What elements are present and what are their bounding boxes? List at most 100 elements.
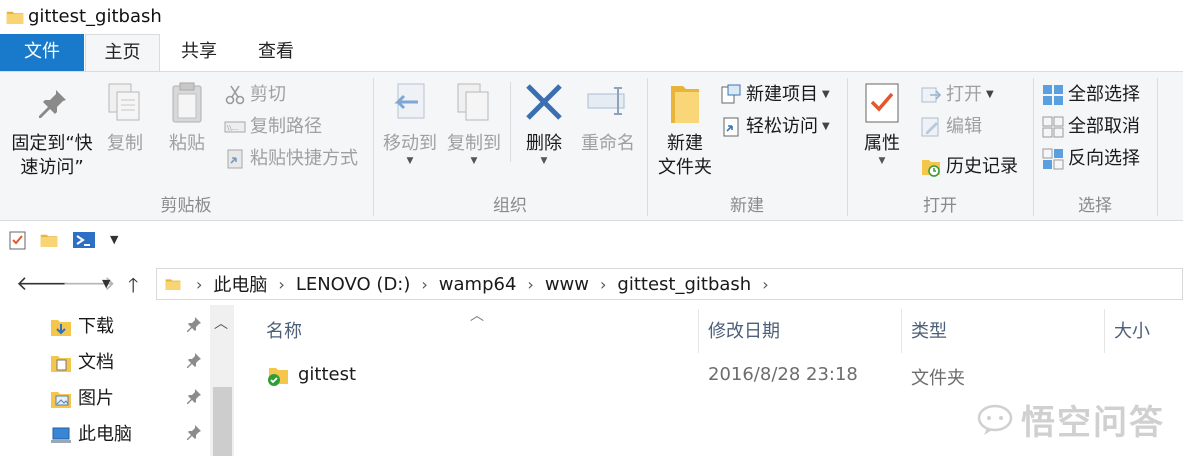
copy-path-label: 复制路径 <box>250 116 322 137</box>
column-divider[interactable] <box>698 309 699 353</box>
column-header-size[interactable]: 大小 <box>1114 317 1150 343</box>
properties-button[interactable]: 属性 ▼ <box>858 80 906 166</box>
chevron-right-icon[interactable]: › <box>762 275 768 294</box>
invert-selection-button[interactable]: 反向选择 <box>1042 144 1140 174</box>
chevron-right-icon[interactable]: › <box>196 275 202 294</box>
scrollbar-thumb[interactable] <box>213 387 232 456</box>
paste-shortcut-button[interactable]: 粘贴快捷方式 <box>224 144 358 174</box>
nav-item-label: 文档 <box>78 352 114 373</box>
move-to-button[interactable]: 移动到 ▼ <box>380 80 440 166</box>
chevron-right-icon[interactable]: › <box>600 275 606 294</box>
file-list: ︿ 名称 修改日期 类型 大小 gittest 2016/8/28 23:18 … <box>234 305 1183 456</box>
copy-to-label: 复制到 <box>447 133 501 154</box>
copy-button[interactable]: 复制 <box>100 80 150 156</box>
new-folder-icon[interactable] <box>40 229 58 251</box>
group-select: 全部选择 全部取消 反向选择 选择 <box>1034 72 1156 220</box>
tab-view[interactable]: 查看 <box>240 34 312 71</box>
column-header-modified[interactable]: 修改日期 <box>708 317 780 343</box>
chevron-down-icon: ▼ <box>540 156 548 166</box>
delete-x-icon <box>526 84 562 120</box>
open-button[interactable]: 打开 ▼ <box>920 80 994 110</box>
invert-selection-label: 反向选择 <box>1068 148 1140 169</box>
column-header-type[interactable]: 类型 <box>911 317 947 343</box>
delete-button[interactable]: 删除 ▼ <box>518 80 570 166</box>
breadcrumb-wamp64[interactable]: wamp64 <box>439 274 517 295</box>
breadcrumb-drive[interactable]: LENOVO (D:) <box>296 274 411 295</box>
pin-icon[interactable] <box>186 424 202 440</box>
address-bar[interactable]: › 此电脑 › LENOVO (D:) › wamp64 › www › git… <box>156 268 1183 300</box>
rename-label: 重命名 <box>581 133 635 154</box>
svg-text:\\...: \\... <box>227 124 238 132</box>
file-name: gittest <box>298 364 357 385</box>
history-button[interactable]: 历史记录 <box>920 152 1018 182</box>
open-icon <box>921 87 942 103</box>
new-item-button[interactable]: 新建项目 ▼ <box>720 80 830 110</box>
paste-button[interactable]: 粘贴 <box>160 80 214 156</box>
nav-pane-scrollbar[interactable]: ︿ <box>210 305 234 456</box>
pin-quick-access-button[interactable]: 固定到“快 速访问” <box>6 80 98 180</box>
column-divider[interactable] <box>901 309 902 353</box>
easy-access-icon <box>723 117 739 137</box>
nav-item-label: 此电脑 <box>78 424 132 445</box>
new-folder-button[interactable]: 新建 文件夹 <box>652 80 718 180</box>
easy-access-button[interactable]: 轻松访问 ▼ <box>720 112 830 142</box>
pin-icon <box>39 90 66 118</box>
pin-icon[interactable] <box>186 388 202 404</box>
git-synced-folder-icon <box>268 368 288 386</box>
properties-check-icon[interactable] <box>8 229 28 251</box>
group-open: 属性 ▼ 打开 ▼ 编辑 历史记录 打开 <box>848 72 1032 220</box>
copy-icon <box>108 83 140 121</box>
quick-access-toolbar: ▼ <box>0 221 1183 261</box>
pin-icon[interactable] <box>186 352 202 368</box>
title-bar: gittest_gitbash <box>0 0 1183 34</box>
chevron-down-icon: ▼ <box>986 89 994 100</box>
chevron-right-icon[interactable]: › <box>278 275 284 294</box>
cut-button[interactable]: 剪切 <box>224 80 286 110</box>
table-row[interactable]: gittest 2016/8/28 23:18 文件夹 <box>262 361 1162 391</box>
chevron-right-icon[interactable]: › <box>527 275 533 294</box>
copy-to-button[interactable]: 复制到 ▼ <box>444 80 504 166</box>
file-modified-date: 2016/8/28 23:18 <box>708 364 858 385</box>
pin-icon[interactable] <box>186 316 202 332</box>
nav-item-this-pc[interactable]: 此电脑 <box>50 419 210 451</box>
chevron-down-icon: ▼ <box>470 156 478 166</box>
navigation-bar: 🡐 🡒 ▼ 🡑 › 此电脑 › LENOVO (D:) › wamp64 › w… <box>0 261 1183 305</box>
copy-to-icon <box>457 83 489 121</box>
nav-item-documents[interactable]: 文档 <box>50 347 210 379</box>
nav-item-downloads[interactable]: 下载 <box>50 311 210 343</box>
scroll-up-chevron-icon[interactable]: ︿ <box>214 313 228 333</box>
breadcrumb-current[interactable]: gittest_gitbash <box>617 274 751 295</box>
scissors-icon <box>225 85 245 105</box>
pictures-folder-icon <box>51 392 71 408</box>
breadcrumb-www[interactable]: www <box>545 274 589 295</box>
column-header-name[interactable]: 名称 <box>266 317 302 343</box>
tab-file[interactable]: 文件 <box>0 34 84 71</box>
rename-icon <box>587 87 625 115</box>
rename-button[interactable]: 重命名 <box>576 80 640 156</box>
group-label-organize: 组织 <box>493 196 527 216</box>
recent-locations-chevron-icon[interactable]: ▼ <box>102 277 110 290</box>
tab-share[interactable]: 共享 <box>163 34 235 71</box>
up-arrow-icon[interactable]: 🡑 <box>128 271 138 305</box>
breadcrumb-this-pc[interactable]: 此电脑 <box>213 271 267 297</box>
nav-item-pictures[interactable]: 图片 <box>50 383 210 415</box>
documents-folder-icon <box>51 356 71 372</box>
select-none-button[interactable]: 全部取消 <box>1042 112 1140 142</box>
move-to-label: 移动到 <box>383 133 437 154</box>
edit-button[interactable]: 编辑 <box>920 112 982 142</box>
customize-toolbar-icon[interactable]: ▼ <box>110 233 118 246</box>
tab-home[interactable]: 主页 <box>85 34 160 72</box>
column-divider[interactable] <box>1104 309 1105 353</box>
paste-shortcut-label: 粘贴快捷方式 <box>250 148 358 169</box>
group-divider <box>1157 78 1158 216</box>
new-folder-label-line1: 新建 <box>667 133 703 154</box>
chevron-right-icon[interactable]: › <box>421 275 427 294</box>
group-organize: 移动到 ▼ 复制到 ▼ 删除 ▼ 重命名 组织 <box>374 72 646 220</box>
select-all-label: 全部选择 <box>1068 84 1140 105</box>
copy-path-button[interactable]: \\... 复制路径 <box>224 112 322 142</box>
properties-icon <box>865 83 899 123</box>
cut-label: 剪切 <box>250 84 286 105</box>
select-all-button[interactable]: 全部选择 <box>1042 80 1140 110</box>
select-none-label: 全部取消 <box>1068 116 1140 137</box>
powershell-icon[interactable] <box>72 229 96 251</box>
